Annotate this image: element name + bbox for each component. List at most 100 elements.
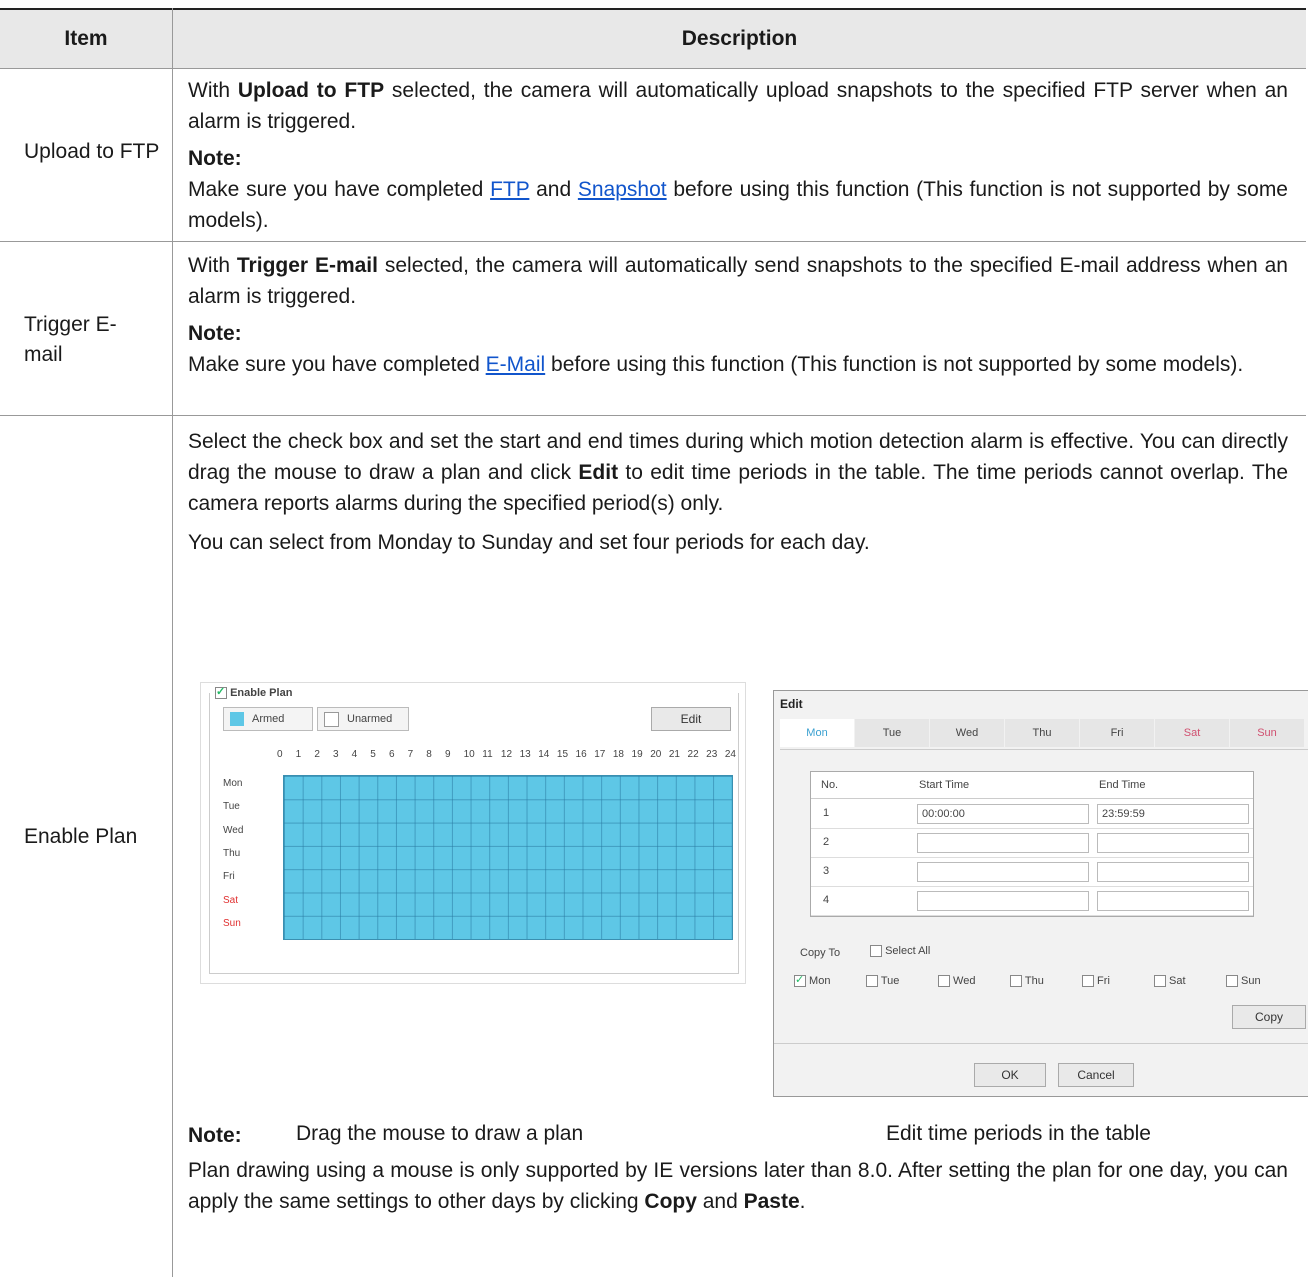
row-no: 3 xyxy=(823,865,830,877)
armed-button[interactable]: Armed xyxy=(223,707,313,731)
checkbox-icon xyxy=(1226,975,1238,988)
desc-upload-ftp: With Upload to FTP selected, the camera … xyxy=(188,75,1288,236)
plan-grid[interactable] xyxy=(283,775,733,940)
end-time-field[interactable] xyxy=(1097,833,1249,853)
caption-edit-periods: Edit time periods in the table xyxy=(886,1122,1151,1145)
hour-label: 13 xyxy=(519,749,531,760)
tab-mon[interactable]: Mon xyxy=(780,719,854,747)
row-no: 4 xyxy=(823,894,830,906)
text: Make sure you have completed xyxy=(188,178,491,201)
snapshot-link[interactable]: Snapshot xyxy=(578,178,667,201)
copy-day-label: Fri xyxy=(1094,975,1110,987)
day-tabs: Mon Tue Wed Thu Fri Sat Sun xyxy=(780,719,1308,750)
day-label: Thu xyxy=(223,847,241,859)
email-link[interactable]: E-Mail xyxy=(486,353,546,376)
item-enable-plan: Enable Plan xyxy=(24,825,138,848)
divider xyxy=(774,1043,1308,1044)
select-all-checkbox[interactable]: Select All xyxy=(870,945,931,958)
start-time-field[interactable]: 00:00:00 xyxy=(917,804,1089,824)
hour-label: 4 xyxy=(351,749,358,760)
hour-label: 6 xyxy=(388,749,395,760)
end-time-field[interactable]: 23:59:59 xyxy=(1097,804,1249,824)
checkbox-icon xyxy=(794,973,806,988)
select-all-label: Select All xyxy=(885,945,931,957)
unarmed-label: Unarmed xyxy=(347,713,393,725)
armed-swatch xyxy=(230,712,244,726)
day-label: Sun xyxy=(223,917,241,929)
copy-day-label: Mon xyxy=(806,975,831,987)
edit-button[interactable]: Edit xyxy=(651,707,731,731)
hour-label: 3 xyxy=(332,749,339,760)
copy-day-label: Tue xyxy=(878,975,900,987)
copy-day-checkboxes: Mon Tue Wed Thu Fri Sat Sun xyxy=(794,973,1304,991)
copy-day-wed[interactable]: Wed xyxy=(938,975,976,988)
cancel-button[interactable]: Cancel xyxy=(1058,1063,1134,1087)
copy-day-thu[interactable]: Thu xyxy=(1010,975,1044,988)
checkbox-icon xyxy=(938,975,950,988)
col-start: Start Time xyxy=(919,779,970,791)
hour-label: 18 xyxy=(612,749,624,760)
end-time-field[interactable] xyxy=(1097,891,1249,911)
hour-label: 20 xyxy=(650,749,662,760)
copy-day-tue[interactable]: Tue xyxy=(866,975,900,988)
text: . xyxy=(799,1190,806,1213)
ok-button[interactable]: OK xyxy=(974,1063,1046,1087)
tab-fri[interactable]: Fri xyxy=(1080,719,1154,747)
unarmed-swatch xyxy=(324,711,339,727)
copy-to-label: Copy To xyxy=(800,947,841,959)
tab-thu[interactable]: Thu xyxy=(1005,719,1079,747)
unarmed-button[interactable]: Unarmed xyxy=(317,707,409,731)
hour-axis: 0 1 2 3 4 5 6 7 8 9 10 11 12 13 14 15 16 17 18 19 20 21 22 23 24 xyxy=(277,749,737,763)
period-row: 1 00:00:00 23:59:59 xyxy=(811,800,1253,829)
period-row: 2 xyxy=(811,829,1253,858)
col-no: No. xyxy=(821,779,839,791)
header-item: Item xyxy=(64,27,108,50)
hour-label: 16 xyxy=(575,749,587,760)
col-end: End Time xyxy=(1099,779,1146,791)
hour-label: 24 xyxy=(724,749,736,760)
copy-day-sun[interactable]: Sun xyxy=(1226,975,1261,988)
text: before using this function (This functio… xyxy=(545,353,1244,376)
bold-term: Copy xyxy=(644,1190,697,1213)
note-label: Note: xyxy=(188,322,242,345)
tab-wed[interactable]: Wed xyxy=(930,719,1004,747)
tab-sat[interactable]: Sat xyxy=(1155,719,1229,747)
checkbox-icon xyxy=(866,975,878,988)
note-label: Note: xyxy=(188,147,242,170)
bold-term: Edit xyxy=(578,461,619,484)
hour-label: 17 xyxy=(594,749,606,760)
hour-label: 22 xyxy=(687,749,699,760)
copy-day-fri[interactable]: Fri xyxy=(1082,975,1110,988)
desc-trigger-email: With Trigger E-mail selected, the camera… xyxy=(188,250,1288,380)
tab-tue[interactable]: Tue xyxy=(855,719,929,747)
copy-day-mon[interactable]: Mon xyxy=(794,973,831,988)
copy-button[interactable]: Copy xyxy=(1232,1005,1306,1029)
ftp-link[interactable]: FTP xyxy=(490,178,529,201)
checkbox-icon xyxy=(1154,975,1166,988)
copy-day-label: Wed xyxy=(950,975,976,987)
hour-label: 2 xyxy=(314,749,320,760)
text: With xyxy=(188,79,238,102)
start-time-field[interactable] xyxy=(917,891,1089,911)
day-label: Fri xyxy=(223,871,235,883)
start-time-field[interactable] xyxy=(917,862,1089,882)
end-time-field[interactable] xyxy=(1097,862,1249,882)
hour-label: 8 xyxy=(426,749,432,760)
hour-label: 5 xyxy=(370,749,376,760)
plan-screenshot: Enable Plan Armed Unarmed Edit 012345678… xyxy=(200,682,746,984)
start-time-field[interactable] xyxy=(917,833,1089,853)
bold-term: Upload to FTP xyxy=(237,79,385,102)
day-label: Mon xyxy=(223,778,243,789)
dialog-title: Edit xyxy=(780,697,803,711)
hour-label: 12 xyxy=(500,749,513,760)
copy-day-sat[interactable]: Sat xyxy=(1154,975,1186,988)
hour-label: 1 xyxy=(295,749,302,760)
day-label: Tue xyxy=(223,801,240,813)
row-no: 1 xyxy=(823,807,830,819)
period-row: 4 xyxy=(811,887,1253,916)
hour-label: 9 xyxy=(444,749,451,760)
text: With xyxy=(188,254,237,277)
table-row-trigger-email: Trigger E-mail With Trigger E-mail selec… xyxy=(0,242,1306,416)
tab-sun[interactable]: Sun xyxy=(1230,719,1304,747)
day-axis: Mon Tue Wed Thu Fri Sat Sun xyxy=(223,775,273,938)
